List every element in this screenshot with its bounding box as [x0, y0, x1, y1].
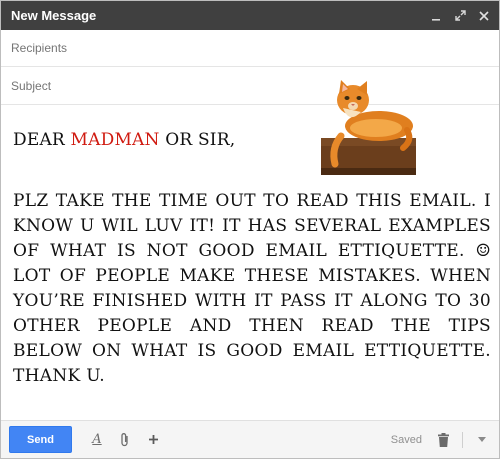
trash-icon[interactable] — [436, 432, 450, 448]
message-body[interactable]: DEAR MADMAN OR SIR, PLZ TAKE THE TIME OU… — [1, 80, 499, 419]
attach-icon[interactable] — [118, 432, 132, 448]
cat-image — [321, 80, 416, 175]
recipients-placeholder: Recipients — [11, 41, 68, 55]
greeting-prefix: DEAR — [13, 130, 71, 150]
close-icon[interactable] — [477, 9, 491, 23]
more-options-icon[interactable] — [475, 432, 489, 448]
compose-window: New Message Recipients Subject DEAR MADM… — [0, 0, 500, 459]
formatting-icon[interactable]: A — [90, 432, 104, 448]
compose-title-bar: New Message — [1, 1, 499, 30]
minimize-icon[interactable] — [429, 9, 443, 23]
toolbar-divider — [462, 431, 463, 448]
window-title: New Message — [11, 8, 97, 23]
expand-icon[interactable] — [453, 9, 467, 23]
insert-plus-icon[interactable] — [146, 432, 160, 448]
send-button[interactable]: Send — [9, 426, 72, 453]
greeting-suffix: OR SIR, — [159, 130, 236, 150]
window-controls — [429, 9, 491, 23]
compose-toolbar: Send A Saved — [1, 420, 499, 458]
subject-placeholder: Subject — [11, 78, 52, 93]
message-text: PLZ TAKE THE TIME OUT TO READ THIS EMAIL… — [13, 191, 491, 386]
recipients-field[interactable]: Recipients — [1, 30, 499, 67]
saved-status: Saved — [390, 433, 422, 446]
greeting-line: DEAR MADMAN OR SIR, — [13, 130, 235, 150]
subject-field[interactable]: Subject — [1, 67, 499, 105]
greeting-highlight: MADMAN — [70, 130, 160, 150]
